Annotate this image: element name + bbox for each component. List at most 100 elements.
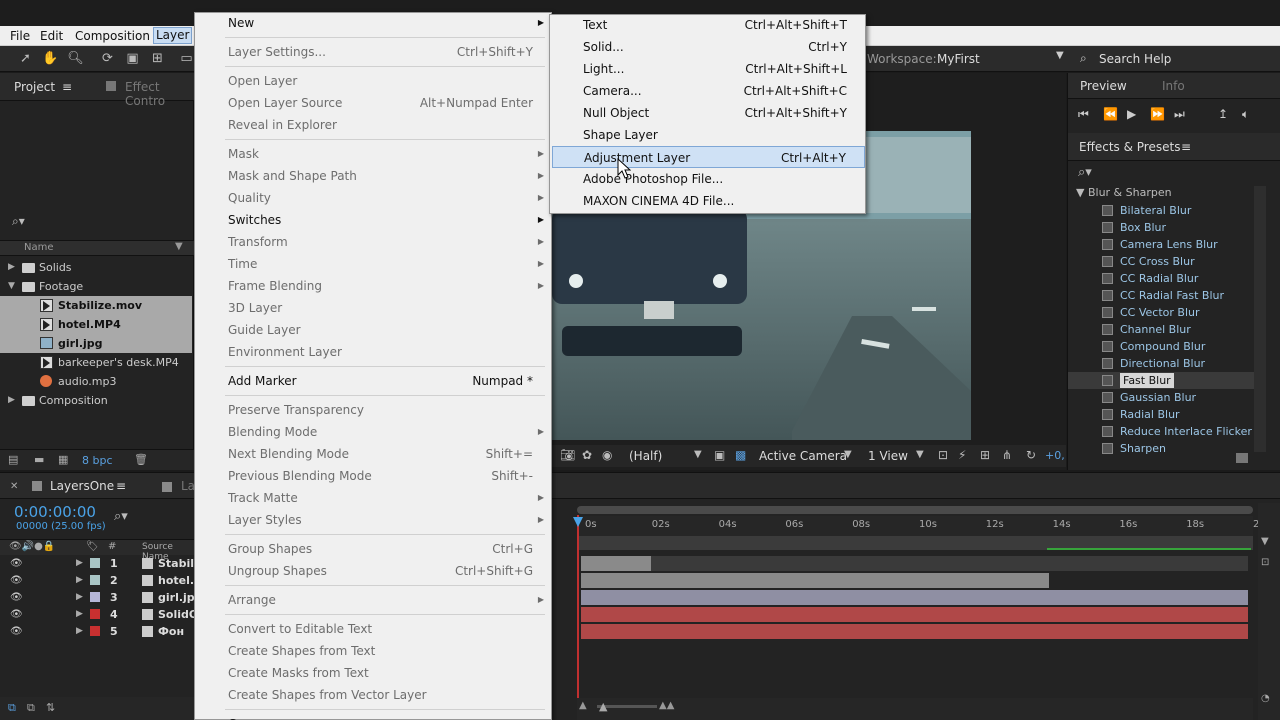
layer-name[interactable]: hotel.l [158,572,194,589]
interpret-footage-icon[interactable]: ▤ [8,453,18,466]
layer-menu-item-environment-layer[interactable]: Environment Layer [195,341,551,363]
timeline-layer-row[interactable]: 👁︎ ▶ 3 girl.jpg [4,589,194,606]
tab-preview[interactable]: Preview [1080,79,1127,93]
effect-item-fast-blur[interactable]: Fast Blur [1068,372,1254,389]
zoom-handle[interactable]: ▲ [599,700,607,713]
play-icon[interactable]: ▶ [1127,107,1136,121]
comp-navigator-icon[interactable]: ▼ [1261,536,1269,547]
layer-menu-item-create-masks-from-text[interactable]: Create Masks from Text [195,662,551,684]
label-icon[interactable]: 🏷︎ [86,541,99,552]
visibility-eye-icon[interactable]: 👁︎ [10,606,23,623]
channel-icon[interactable]: ◉ [602,448,612,462]
zoom-out-icon[interactable]: ▲ [579,700,587,711]
tab-info[interactable]: Info [1162,79,1185,93]
new-submenu-item-null-object[interactable]: Null Object Ctrl+Alt+Shift+Y [552,102,865,124]
toggle-pixel-aspect-icon[interactable]: ⊡ [938,448,948,462]
resolution-select[interactable]: (Half) [629,449,662,463]
layer-menu-item-time[interactable]: Time ▶ [195,253,551,275]
expand-layer-icon[interactable]: ▶ [76,572,83,589]
workspace-select[interactable]: MyFirst [937,52,980,66]
effect-item-reduce-interlace-flicker[interactable]: Reduce Interlace Flicker [1068,423,1254,440]
project-item-stabilize[interactable]: Stabilize.mov [0,296,192,315]
effects-title[interactable]: Effects & Presets [1079,140,1180,154]
effect-item-cc-radial-blur[interactable]: CC Radial Blur [1068,270,1254,287]
menu-file[interactable]: File [8,28,32,45]
layer-menu-item-transform[interactable]: Transform ▶ [195,231,551,253]
layer-menu-item-layer-styles[interactable]: Layer Styles ▶ [195,509,551,531]
effect-item-radial-blur[interactable]: Radial Blur [1068,406,1254,423]
timeline-menu-icon[interactable]: ≡ [116,479,126,493]
tab-project[interactable]: Project [14,80,55,94]
camera-dropdown-icon[interactable]: ▼ [844,449,852,460]
project-item-hotel[interactable]: hotel.MP4 [0,315,192,334]
new-submenu-item-camera[interactable]: Camera... Ctrl+Alt+Shift+C [552,80,865,102]
transparency-grid-icon[interactable]: ▩ [735,448,746,462]
label-color-swatch[interactable] [90,558,100,568]
effect-item-box-blur[interactable]: Box Blur [1068,219,1254,236]
column-name[interactable]: Name [24,242,54,253]
layer-bar-5[interactable] [581,624,1248,639]
layer-menu-item-camera[interactable]: Camera ▶ [195,713,551,720]
new-submenu-item-solid[interactable]: Solid... Ctrl+Y [552,36,865,58]
project-item-audio[interactable]: audio.mp3 [0,372,192,391]
layer-menu-item-previous-blending-mode[interactable]: Previous Blending Mode Shift+- [195,465,551,487]
label-color-swatch[interactable] [90,592,100,602]
layer-menu-item-mask-and-shape-path[interactable]: Mask and Shape Path ▶ [195,165,551,187]
expand-layer-switches-icon[interactable]: ⧉ [8,701,16,715]
layer-name[interactable]: girl.jpg [158,589,194,606]
timeline-layer-row[interactable]: 👁︎ ▶ 5 Фон [4,623,194,640]
layer-menu-item-open-layer-source[interactable]: Open Layer Source Alt+Numpad Enter [195,92,551,114]
timeline-layer-row[interactable]: 👁︎ ▶ 2 hotel.l [4,572,194,589]
layer-menu-item-guide-layer[interactable]: Guide Layer [195,319,551,341]
layer-menu-item-blending-mode[interactable]: Blending Mode ▶ [195,421,551,443]
zoom-slider[interactable]: ▲ ▲ ▲▲ [577,698,1253,720]
tab-layersone[interactable]: LayersOne [50,479,114,493]
label-color-swatch[interactable] [90,626,100,636]
show-snapshot-icon[interactable]: ✿ [582,448,592,462]
new-submenu-item-light[interactable]: Light... Ctrl+Alt+Shift+L [552,58,865,80]
expand-icon[interactable]: ▶ [8,391,15,410]
expand-layer-icon[interactable]: ▶ [76,623,83,640]
camera-tool-icon[interactable]: ▣ [124,51,141,67]
effects-search-icon[interactable]: ⌕▾ [1078,165,1092,180]
effect-item-cc-radial-fast-blur[interactable]: CC Radial Fast Blur [1068,287,1254,304]
layer-bar-3[interactable] [581,590,1248,605]
zoom-nav-icon[interactable]: ◔ [1261,693,1270,704]
sort-icon[interactable]: ▼ [175,241,183,252]
av-features-icon[interactable]: 👁︎🔊●🔒 [9,541,55,552]
layer-name[interactable]: Stabil [158,555,194,572]
menu-layer[interactable]: Layer [153,27,193,44]
flowchart-icon[interactable]: ⋔ [1002,448,1012,462]
new-folder-icon[interactable]: ▬ [34,453,44,466]
effect-item-cc-cross-blur[interactable]: CC Cross Blur [1068,253,1254,270]
project-item-footage[interactable]: ▼ Footage [0,277,192,296]
layer-menu-item-layer-settings[interactable]: Layer Settings... Ctrl+Shift+Y [195,41,551,63]
expand-icon[interactable]: ▶ [8,258,15,277]
layer-menu-item-group-shapes[interactable]: Group Shapes Ctrl+G [195,538,551,560]
new-submenu-item-text[interactable]: Text Ctrl+Alt+Shift+T [552,14,865,36]
resolution-dropdown-icon[interactable]: ▼ [694,449,702,460]
project-item-barkeeper[interactable]: barkeeper's desk.MP4 [0,353,192,372]
tab-effect-controls[interactable]: Effect Contro [125,80,194,108]
project-search-icon[interactable]: ⌕▾ [12,214,25,229]
new-submenu-item-adobe-photoshop-file[interactable]: Adobe Photoshop File... [552,168,865,190]
timeline-layer-row[interactable]: 👁︎ ▶ 1 Stabil [4,555,194,572]
layer-menu-item-create-shapes-from-text[interactable]: Create Shapes from Text [195,640,551,662]
layer-menu-item-3d-layer[interactable]: 3D Layer [195,297,551,319]
layer-menu-item-preserve-transparency[interactable]: Preserve Transparency [195,399,551,421]
new-comp-icon[interactable]: ▦ [58,453,68,466]
visibility-eye-icon[interactable]: 👁︎ [10,572,23,589]
loop-icon[interactable]: ↥ [1218,107,1228,121]
layer-menu-item-next-blending-mode[interactable]: Next Blending Mode Shift+= [195,443,551,465]
layer-menu-item-convert-to-editable-text[interactable]: Convert to Editable Text [195,618,551,640]
timeline-search-icon[interactable]: ⌕▾ [114,509,128,524]
pan-behind-tool-icon[interactable]: ⊞ [149,51,166,67]
timeline-icon[interactable]: ⊞ [980,448,990,462]
fast-previews-icon[interactable]: ⚡ [958,448,966,462]
layer-menu-item-track-matte[interactable]: Track Matte ▶ [195,487,551,509]
new-submenu-item-adjustment-layer[interactable]: Adjustment Layer Ctrl+Alt+Y [552,146,865,168]
close-tab-icon[interactable]: ✕ [10,481,18,492]
panel-menu-icon[interactable]: ≡ [62,80,72,94]
prev-frame-icon[interactable]: ⏪ [1103,107,1118,121]
effects-menu-icon[interactable]: ≡ [1181,140,1191,154]
